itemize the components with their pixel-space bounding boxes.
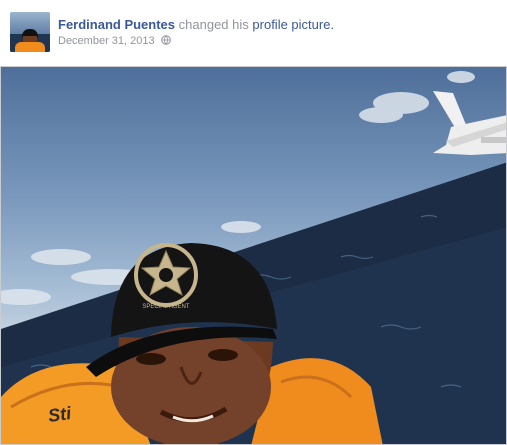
post-date-link[interactable]: December 31, 2013 [58, 35, 155, 47]
cap-badge-text: SPECIAL AGENT [142, 304, 189, 310]
globe-icon[interactable] [160, 35, 171, 45]
photo-scene: Sti SPECIAL AGENT [1, 71, 506, 444]
profile-photo[interactable]: Sti SPECIAL AGENT [0, 66, 507, 445]
story-header: Ferdinand Puentes changed his profile pi… [0, 0, 507, 66]
profile-avatar[interactable] [10, 12, 50, 52]
story-card: Ferdinand Puentes changed his profile pi… [0, 0, 507, 445]
story-meta: December 31, 2013 [58, 35, 171, 47]
profile-picture-link[interactable]: profile picture. [252, 17, 334, 32]
action-text: changed his [178, 17, 249, 32]
vest-text: Sti [47, 403, 74, 426]
airplane [433, 91, 506, 155]
author-name-link[interactable]: Ferdinand Puentes [58, 17, 175, 32]
story-headline: Ferdinand Puentes changed his profile pi… [58, 17, 334, 32]
